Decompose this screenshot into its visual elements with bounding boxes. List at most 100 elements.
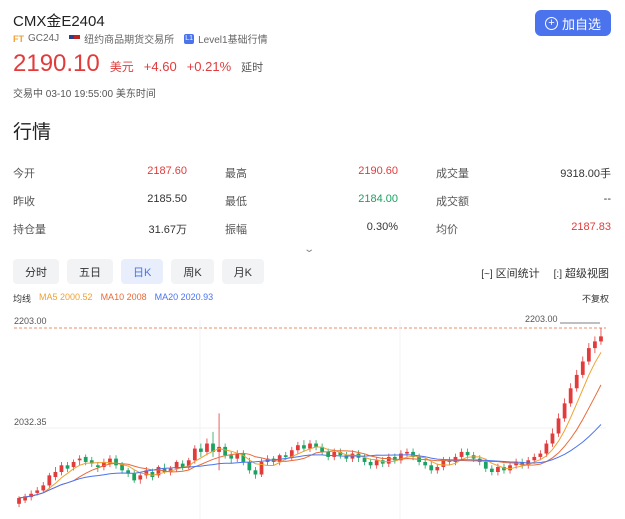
candle-body xyxy=(489,468,494,472)
candle-body xyxy=(71,461,76,467)
tab-intraday[interactable]: 分时 xyxy=(13,259,59,284)
tab-five-day[interactable]: 五日 xyxy=(67,259,113,284)
candle-body xyxy=(593,341,597,349)
price-row: 2190.10 美元 +4.60 +0.21% 延时 xyxy=(13,50,263,78)
expand-chevron-icon[interactable]: ⌄ xyxy=(303,244,315,255)
candle-body xyxy=(368,461,373,466)
stat-label: 昨收 xyxy=(13,196,35,208)
add-watchlist-label: 加自选 xyxy=(561,16,601,32)
candle-body xyxy=(47,475,52,486)
us-flag-icon xyxy=(69,34,81,43)
candle-body xyxy=(77,458,82,461)
candle-body xyxy=(53,472,58,478)
stat-label: 成交额 xyxy=(436,196,469,208)
stats-row: 持仓量 31.67万 振幅 0.30% 均价 2187.83 xyxy=(13,214,611,242)
instrument-title: CMX金E2404 xyxy=(13,13,105,30)
candle-body xyxy=(41,485,46,491)
candle-body xyxy=(423,461,428,466)
candle-body xyxy=(586,348,591,362)
candle-body xyxy=(295,445,300,451)
candle-body xyxy=(17,497,21,504)
stat-label: 最高 xyxy=(225,168,247,180)
last-price: 2190.10 xyxy=(13,50,100,77)
candle-body xyxy=(574,374,579,389)
candle-body xyxy=(138,475,143,480)
candle-body xyxy=(568,388,573,404)
stat-label: 成交量 xyxy=(436,168,469,180)
candles-group xyxy=(17,328,603,508)
candle-body xyxy=(223,446,228,456)
super-view-button[interactable]: [:] 超级视图 xyxy=(554,265,609,281)
candle-body xyxy=(386,456,391,464)
candle-body xyxy=(283,455,288,457)
candle-body xyxy=(65,465,70,469)
stat-value: 2187.60 xyxy=(147,165,187,177)
candle-body xyxy=(314,443,318,447)
y-axis-label-mid: 2032.35 xyxy=(14,417,47,427)
candle-body xyxy=(599,336,603,342)
exchange-name: 纽约商品期货交易所 xyxy=(84,35,175,46)
stat-label: 持仓量 xyxy=(13,224,46,236)
stat-value: 9318.00手 xyxy=(560,168,611,180)
candle-body xyxy=(35,490,40,493)
candlestick-chart[interactable]: 2203.00 2032.35 2203.00 xyxy=(0,300,625,519)
ma20-line xyxy=(18,424,602,499)
tab-monthly-k[interactable]: 月K xyxy=(221,259,265,284)
candle-body xyxy=(229,455,234,459)
ma5-line xyxy=(18,352,602,499)
candle-body xyxy=(544,443,549,454)
candle-body xyxy=(326,451,331,457)
super-view-label: 超级视图 xyxy=(565,268,609,280)
candle-body xyxy=(132,473,137,481)
ft-badge: FT xyxy=(13,33,24,44)
stat-label: 振幅 xyxy=(225,224,247,236)
stats-row: 昨收 2185.50 最低 2184.00 成交额 -- xyxy=(13,186,611,214)
price-change-pct: +0.21% xyxy=(186,59,232,74)
range-stat-icon: [~] xyxy=(481,269,493,280)
candle-body xyxy=(435,466,440,471)
stats-row: 今开 2187.60 最高 2190.60 成交量 9318.00手 xyxy=(13,158,611,186)
candle-body xyxy=(259,461,264,475)
moving-averages-group xyxy=(18,352,602,499)
candle-body xyxy=(550,433,555,444)
stat-value: 2185.50 xyxy=(147,193,187,205)
candle-body xyxy=(496,466,500,472)
stat-value: 31.67万 xyxy=(148,224,187,236)
candle-body xyxy=(59,465,64,472)
stat-label: 最低 xyxy=(225,196,247,208)
level-label: Level1基础行情 xyxy=(198,35,268,46)
instrument-code: GC24J xyxy=(28,33,60,44)
y-axis-label-top: 2203.00 xyxy=(14,316,47,326)
candle-body xyxy=(95,465,100,467)
candle-body xyxy=(302,445,306,449)
candle-body xyxy=(532,456,537,461)
candle-body xyxy=(247,461,252,471)
candle-body xyxy=(405,451,409,454)
candle-body xyxy=(308,443,312,449)
candle-body xyxy=(362,457,367,462)
tab-weekly-k[interactable]: 周K xyxy=(171,259,214,284)
price-unit: 美元 xyxy=(109,60,134,74)
stat-value: 2187.83 xyxy=(571,221,611,233)
candle-body xyxy=(459,451,464,457)
candle-body xyxy=(83,456,88,462)
price-marker-label: 2203.00 xyxy=(525,314,558,324)
candle-body xyxy=(441,460,446,467)
quote-header: CMX金E2404 + 加自选 FT GC24J 纽约商品期货交易所 L1 Le… xyxy=(13,10,611,110)
candle-body xyxy=(374,460,379,466)
tab-daily-k[interactable]: 日K xyxy=(121,259,164,284)
candle-body xyxy=(580,361,585,375)
stat-value: 2190.60 xyxy=(358,165,398,177)
price-change: +4.60 xyxy=(143,59,177,74)
candle-body xyxy=(556,418,561,434)
candle-body xyxy=(205,443,209,452)
add-watchlist-button[interactable]: + 加自选 xyxy=(535,10,611,36)
level1-icon: L1 xyxy=(184,33,195,44)
candle-body xyxy=(332,451,337,457)
period-tabs: 分时 五日 日K 周K 月K xyxy=(13,259,265,284)
candle-body xyxy=(562,403,567,419)
stats-table: 今开 2187.60 最高 2190.60 成交量 9318.00手 昨收 21… xyxy=(13,158,611,242)
candle-body xyxy=(192,448,197,461)
range-stat-button[interactable]: [~] 区间统计 xyxy=(481,265,539,281)
candle-body xyxy=(483,461,488,469)
